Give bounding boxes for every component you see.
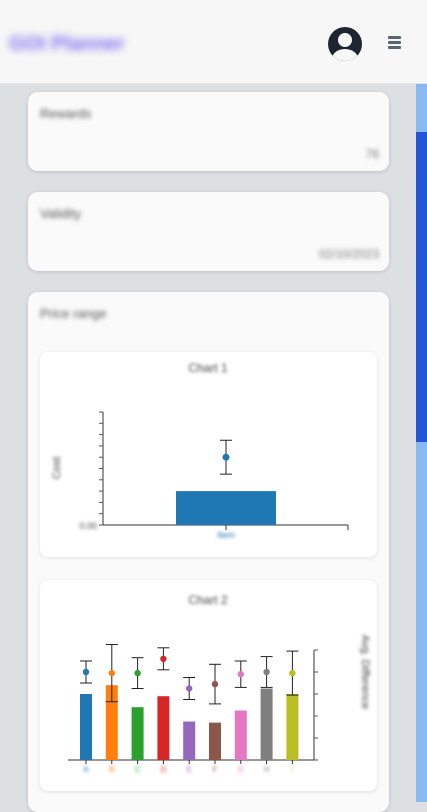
bar: [260, 688, 273, 760]
x-tick-label: E: [187, 765, 192, 774]
x-tick-label: I: [291, 765, 293, 774]
bar: [209, 722, 221, 760]
x-tick-label: Item: [217, 530, 235, 540]
menu-line: [388, 46, 401, 49]
data-point: [237, 671, 244, 678]
chart-2-svg: Chart 2 Avg. Difference A B C D E F G H I: [68, 593, 371, 774]
data-point: [289, 669, 296, 677]
menu-line: [388, 41, 401, 44]
hamburger-menu-icon[interactable]: [386, 35, 404, 51]
card-title: Rewards: [40, 106, 92, 121]
y-tick-label: 0.00: [79, 521, 97, 531]
x-tick-label: H: [264, 765, 270, 774]
chart-panel-1: Chart 1 Cost 0.00 Item: [40, 352, 377, 557]
data-point: [186, 685, 193, 692]
x-tick-label: B: [109, 765, 114, 774]
data-point: [108, 669, 116, 677]
menu-line: [388, 36, 401, 39]
avatar-body: [332, 49, 358, 61]
bar: [80, 694, 92, 760]
bar: [157, 696, 170, 760]
chart-1-svg: Chart 1 Cost 0.00 Item: [51, 361, 349, 540]
card-value: 02/10/2023: [318, 247, 379, 261]
data-point: [82, 668, 90, 676]
y-axis-label: Cost: [51, 457, 63, 480]
bar: [183, 721, 196, 760]
chart-title: Chart 2: [188, 593, 228, 607]
card-title: Price range: [40, 306, 107, 321]
x-tick-label: G: [238, 765, 244, 774]
x-tick-label: F: [213, 765, 218, 774]
data-point: [211, 680, 219, 688]
validity-card[interactable]: Validity 02/10/2023: [28, 192, 389, 271]
x-tick-label: A: [83, 765, 89, 774]
y-axis-label: Avg. Difference: [359, 635, 371, 710]
avatar-head: [338, 33, 352, 47]
brand-logo[interactable]: GOI Planner: [9, 30, 137, 58]
chart-title: Chart 1: [188, 361, 228, 375]
bar: [286, 694, 299, 760]
top-bar: GOI Planner: [0, 0, 427, 84]
card-title: Validity: [40, 206, 81, 221]
bar: [234, 710, 247, 760]
data-point: [263, 668, 270, 676]
data-point: [134, 669, 141, 677]
rewards-card[interactable]: Rewards 76: [28, 92, 389, 171]
data-point: [222, 453, 230, 461]
chart-panel-2: Chart 2 Avg. Difference A B C D E F G H I: [40, 580, 377, 791]
bar: [176, 491, 276, 525]
x-tick-label: C: [135, 765, 141, 774]
data-point: [160, 655, 167, 662]
x-tick-label: D: [161, 765, 167, 774]
card-value: 76: [365, 147, 379, 161]
scrollbar-thumb[interactable]: [416, 132, 427, 442]
bar: [131, 707, 144, 760]
account-circle-icon[interactable]: [328, 27, 362, 61]
